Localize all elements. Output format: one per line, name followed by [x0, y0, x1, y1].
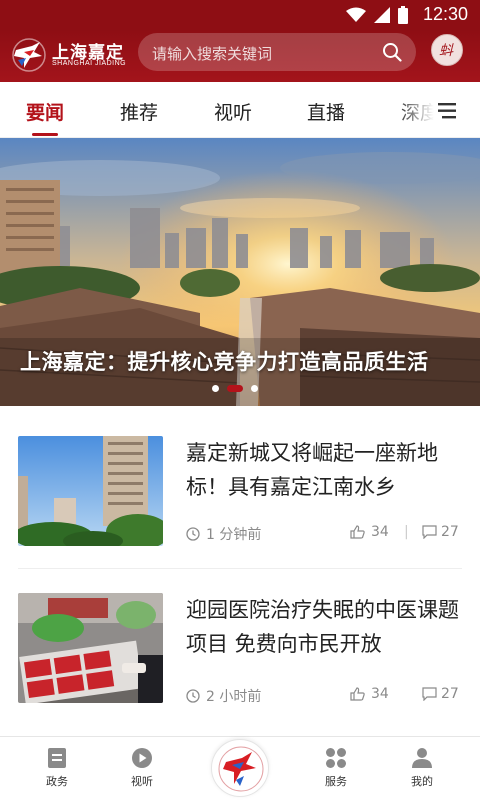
- news-time-text: 2 小时前: [206, 689, 262, 705]
- signal-icon: [374, 7, 390, 23]
- jiading-logo-icon: [12, 38, 46, 72]
- app-logo[interactable]: 上海嘉定 SHANGHAI JIADING: [10, 34, 128, 78]
- tab-yaowen[interactable]: 要闻: [26, 98, 64, 125]
- status-icons: [346, 6, 408, 24]
- news-title[interactable]: 迎园医院治疗失眠的中医课题项目 免费向市民开放: [186, 593, 464, 661]
- nav-shiting[interactable]: 视听: [112, 747, 172, 789]
- thumbs-up-icon: [350, 687, 365, 701]
- play-icon: [132, 748, 152, 768]
- news-meta: 1 分钟前 34 | 27: [186, 524, 464, 544]
- nav-label: 政务: [46, 775, 68, 788]
- news-time: 1 分钟前: [186, 524, 261, 544]
- comment-button[interactable]: 27: [422, 524, 459, 540]
- carousel-dot[interactable]: [251, 385, 258, 392]
- search-placeholder[interactable]: 请输入搜索关键词: [152, 43, 272, 64]
- news-item[interactable]: 嘉定新城又将崛起一座新地标！具有嘉定江南水乡 1 分钟前 34 | 27: [18, 436, 462, 584]
- search-icon[interactable]: [382, 42, 402, 62]
- hospital-kiosk-photo: [18, 593, 163, 703]
- document-icon: [48, 748, 66, 768]
- clock-icon: [186, 527, 200, 541]
- like-count: 34: [371, 686, 389, 702]
- carousel-dot-active[interactable]: [227, 385, 243, 392]
- comment-count: 27: [441, 686, 459, 702]
- logo-text-en: SHANGHAI JIADING: [52, 60, 127, 67]
- news-thumbnail[interactable]: [18, 436, 163, 546]
- channel-menu-icon[interactable]: [438, 102, 458, 120]
- like-button[interactable]: 34: [350, 524, 389, 540]
- nav-zhengwu[interactable]: 政务: [27, 747, 87, 789]
- nav-wode[interactable]: 我的: [392, 747, 452, 789]
- avatar-glyph: 蚪: [439, 43, 453, 59]
- battery-icon: [398, 6, 408, 24]
- tab-tuijian[interactable]: 推荐: [120, 98, 158, 125]
- meta-separator: |: [404, 524, 409, 540]
- like-button[interactable]: 34: [350, 686, 389, 702]
- comment-icon: [422, 687, 437, 701]
- nav-home-logo[interactable]: [211, 739, 269, 797]
- thumbs-up-icon: [350, 525, 365, 539]
- grid-icon: [326, 748, 346, 768]
- comment-count: 27: [441, 524, 459, 540]
- nav-label: 服务: [325, 775, 347, 788]
- wifi-icon: [346, 7, 366, 22]
- search-box[interactable]: 请输入搜索关键词: [138, 33, 416, 71]
- status-bar: 12:30: [0, 0, 480, 30]
- nav-label: 我的: [411, 775, 433, 788]
- high-rise-photo: [18, 436, 163, 546]
- comment-button[interactable]: 27: [422, 686, 459, 702]
- nav-label: 视听: [131, 775, 153, 788]
- clock-icon: [186, 689, 200, 703]
- news-meta: 2 小时前 34 27: [186, 686, 464, 706]
- home-logo-icon: [218, 746, 264, 792]
- news-item[interactable]: 迎园医院治疗失眠的中医课题项目 免费向市民开放 2 小时前 34 27: [18, 593, 462, 741]
- carousel-dot[interactable]: [212, 385, 219, 392]
- tab-zhibo[interactable]: 直播: [307, 98, 345, 125]
- banner-caption[interactable]: 上海嘉定：提升核心竞争力打造高品质生活: [20, 346, 429, 376]
- bottom-navigation: 政务 视听 服务 我的: [0, 736, 480, 800]
- active-tab-indicator: [32, 133, 58, 136]
- list-divider: [18, 568, 462, 569]
- app-header: 上海嘉定 SHANGHAI JIADING 请输入搜索关键词 蚪: [0, 30, 480, 82]
- like-count: 34: [371, 524, 389, 540]
- status-time: 12:30: [422, 4, 468, 24]
- nav-fuwu[interactable]: 服务: [306, 747, 366, 789]
- news-time: 2 小时前: [186, 686, 261, 706]
- news-time-text: 1 分钟前: [206, 527, 262, 543]
- news-thumbnail[interactable]: [18, 593, 163, 703]
- news-title[interactable]: 嘉定新城又将崛起一座新地标！具有嘉定江南水乡: [186, 436, 464, 504]
- person-icon: [412, 748, 432, 768]
- tab-shiting[interactable]: 视听: [214, 98, 252, 125]
- category-tabs: 要闻 推荐 视听 直播 深度: [0, 82, 480, 138]
- user-avatar[interactable]: 蚪: [431, 34, 463, 66]
- carousel-indicator: [212, 385, 258, 392]
- comment-icon: [422, 525, 437, 539]
- hero-banner[interactable]: 上海嘉定：提升核心竞争力打造高品质生活: [0, 138, 480, 406]
